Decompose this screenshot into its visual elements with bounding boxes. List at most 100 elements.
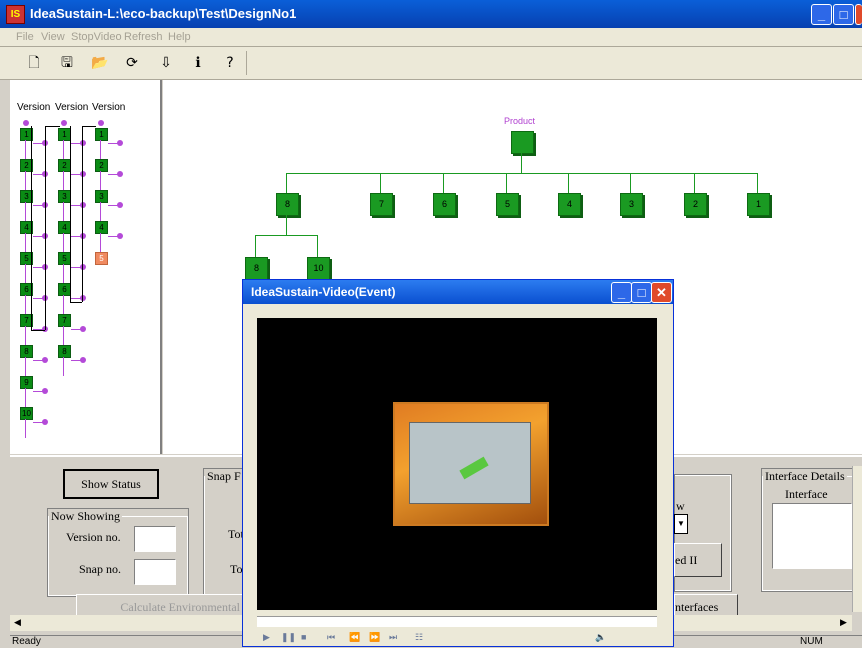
version-node[interactable]: 5 (95, 252, 108, 265)
tree-node[interactable]: 7 (370, 193, 393, 216)
show-status-button[interactable]: Show Status (63, 469, 159, 499)
now-showing-legend: Now Showing (51, 509, 121, 523)
fast-forward-icon[interactable]: ⏩ (369, 632, 380, 643)
version-node[interactable]: 8 (58, 345, 71, 358)
tree-root-label: Product (504, 116, 536, 126)
version-stem-line (100, 140, 101, 159)
version-branch-dot (80, 264, 86, 270)
menu-help[interactable]: Help (168, 31, 191, 43)
video-minimize-icon[interactable]: _ (611, 282, 632, 303)
tree-edge (380, 173, 381, 193)
skip-back-icon[interactable]: ⏮ (327, 632, 335, 643)
version-branch-dot (80, 233, 86, 239)
menu-stopvideo[interactable]: StopVideo (71, 31, 122, 43)
import-icon[interactable]: ⇩ (156, 53, 176, 73)
tree-edge (286, 173, 287, 193)
snap-no-field[interactable] (134, 559, 176, 585)
open-folder-icon[interactable]: 📂 (90, 53, 110, 73)
interface-list[interactable] (772, 503, 852, 569)
version-header-1: Version (17, 102, 51, 113)
version-stem-line (63, 171, 64, 190)
ed-ii-button[interactable]: ed II (674, 543, 722, 577)
version-node[interactable]: 2 (95, 159, 108, 172)
skip-forward-icon[interactable]: ⏭ (389, 632, 397, 643)
version-node[interactable]: 7 (58, 314, 71, 327)
video-screen[interactable] (257, 318, 657, 610)
tree-node[interactable]: 4 (558, 193, 581, 216)
num-lock-indicator: NUM (800, 636, 823, 647)
tree-node[interactable]: 8 (245, 257, 268, 280)
tree-node[interactable]: 2 (684, 193, 707, 216)
refresh-icon[interactable]: ⟳ (122, 53, 142, 73)
info-icon[interactable]: ℹ (188, 53, 208, 73)
scroll-right-icon[interactable]: ▶ (840, 617, 847, 628)
play-icon[interactable]: ▶ (263, 632, 270, 643)
version-node[interactable]: 8 (20, 345, 33, 358)
app-icon: IS (6, 5, 25, 24)
video-maximize-icon[interactable]: □ (631, 282, 652, 303)
minimize-icon[interactable]: _ (811, 4, 832, 25)
window-title: IdeaSustain-L:\eco-backup\Test\DesignNo1 (30, 6, 297, 21)
tree-node[interactable]: 1 (747, 193, 770, 216)
version-header-2: Version (55, 102, 89, 113)
playlist-icon[interactable]: ☷ (415, 632, 423, 643)
version-node[interactable]: 9 (20, 376, 33, 389)
maximize-icon[interactable]: □ (833, 4, 854, 25)
tree-node[interactable]: 3 (620, 193, 643, 216)
menu-refresh[interactable]: Refresh (124, 31, 163, 43)
version-connector-line (82, 126, 96, 127)
version-stem-line (25, 388, 26, 407)
version-stem-line (25, 326, 26, 345)
version-connector-line (31, 330, 45, 331)
tree-node[interactable]: 8 (276, 193, 299, 216)
version-no-field[interactable] (134, 526, 176, 552)
dropdown-arrow-icon[interactable]: ▼ (674, 514, 688, 534)
version-stem-line (25, 357, 26, 376)
save-icon[interactable]: 🖫 (57, 53, 77, 73)
title-bar: IS IdeaSustain-L:\eco-backup\Test\Design… (0, 0, 862, 28)
version-branch-dot (42, 357, 48, 363)
version-stem-line (25, 295, 26, 314)
version-node[interactable]: 4 (95, 221, 108, 234)
version-branch-dot (80, 295, 86, 301)
version-node[interactable]: 1 (95, 128, 108, 141)
new-document-icon[interactable]: 🗋 (24, 53, 44, 73)
menu-bar: File View StopVideo Refresh Help (0, 28, 862, 47)
volume-icon[interactable]: 🔈 (595, 632, 606, 643)
version-node[interactable]: 3 (95, 190, 108, 203)
help-icon[interactable]: ? (220, 53, 240, 73)
version-connector-line (31, 126, 32, 330)
video-seek-bar[interactable] (257, 616, 657, 627)
tree-node[interactable]: 10 (307, 257, 330, 280)
version-stem-line (100, 202, 101, 221)
version-stem-line (63, 295, 64, 314)
tree-node[interactable]: 5 (496, 193, 519, 216)
tree-edge (506, 173, 507, 193)
version-no-label: Version no. (66, 530, 121, 544)
version-stem-line (63, 264, 64, 283)
version-start-dot (23, 120, 29, 126)
version-node[interactable]: 10 (20, 407, 33, 420)
version-branch-dot (80, 202, 86, 208)
pause-icon[interactable]: ❚❚ (281, 632, 296, 643)
status-text: Ready (12, 636, 41, 647)
version-stem-line (25, 419, 26, 438)
tree-root-node[interactable] (511, 131, 534, 154)
menu-file[interactable]: File (16, 31, 34, 43)
version-start-dot (61, 120, 67, 126)
version-connector-line (45, 126, 60, 127)
stop-icon[interactable]: ■ (301, 632, 306, 642)
tree-edge (255, 235, 317, 236)
tree-node[interactable]: 6 (433, 193, 456, 216)
version-start-dot (98, 120, 104, 126)
menu-view[interactable]: View (41, 31, 65, 43)
close-icon[interactable] (855, 4, 862, 25)
version-branch-dot (80, 171, 86, 177)
version-branch-dot (42, 388, 48, 394)
tree-edge (286, 173, 757, 174)
tree-edge (286, 215, 287, 235)
scroll-left-icon[interactable]: ◀ (14, 617, 21, 628)
rewind-icon[interactable]: ⏪ (349, 632, 360, 643)
video-close-icon[interactable]: ✕ (651, 282, 672, 303)
vertical-scrollbar[interactable] (852, 466, 862, 612)
